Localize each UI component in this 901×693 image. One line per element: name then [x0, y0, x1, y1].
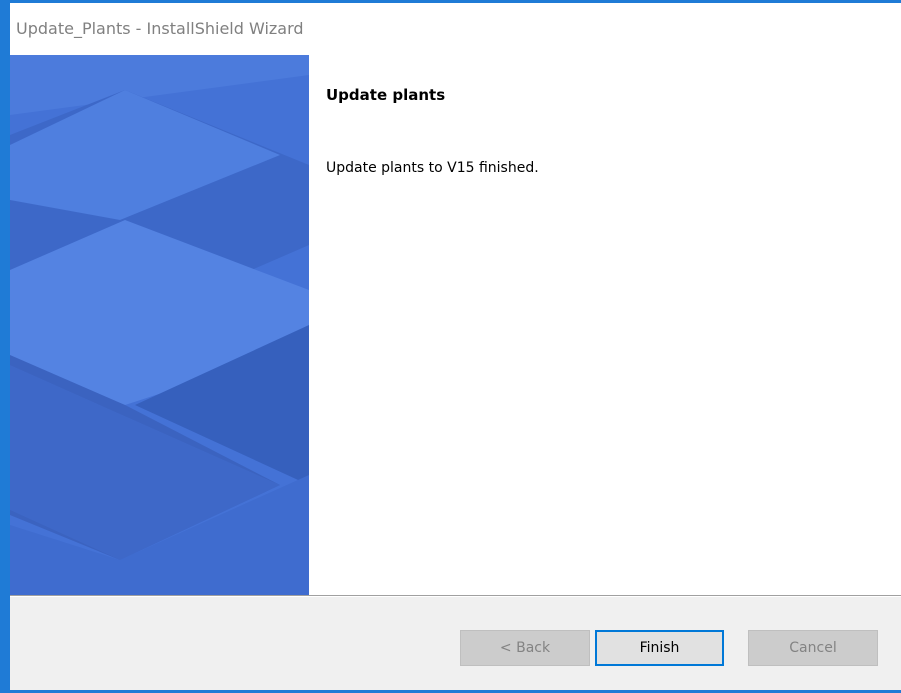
- status-message: Update plants to V15 finished.: [326, 160, 539, 176]
- window-title: Update_Plants - InstallShield Wizard: [16, 19, 304, 38]
- window-left-border: [0, 0, 10, 693]
- banner-diamond-pattern: [10, 55, 309, 595]
- wizard-side-banner: [10, 55, 309, 595]
- cancel-button[interactable]: Cancel: [748, 630, 878, 666]
- wizard-footer: < Back Finish Cancel: [10, 597, 901, 690]
- wizard-content: Update plants Update plants to V15 finis…: [309, 55, 901, 595]
- title-bar[interactable]: Update_Plants - InstallShield Wizard: [10, 3, 901, 55]
- back-button[interactable]: < Back: [460, 630, 590, 666]
- installshield-wizard-window: Update_Plants - InstallShield Wizard Upd…: [0, 0, 901, 693]
- page-heading: Update plants: [326, 86, 446, 104]
- finish-button[interactable]: Finish: [595, 630, 724, 666]
